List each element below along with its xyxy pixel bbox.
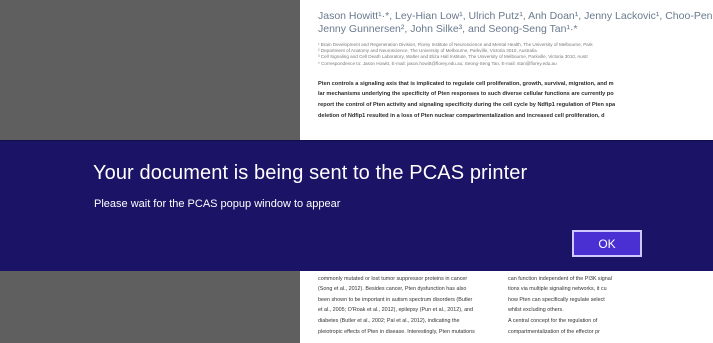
body-line: compartmentalization of the effector pr xyxy=(508,328,600,335)
dialog-title: Your document is being sent to the PCAS … xyxy=(93,162,528,184)
print-notification-dialog: Your document is being sent to the PCAS … xyxy=(0,140,713,271)
body-line: et al., 2005; O'Roak et al., 2012), epil… xyxy=(318,307,474,314)
body-line: how Pten can specifically regulate selec… xyxy=(508,296,605,303)
abstract-line: report the control of Pten activity and … xyxy=(318,102,616,108)
ok-button[interactable]: OK xyxy=(572,230,642,257)
body-line: diabetes (Butler et al., 2002; Pal et al… xyxy=(318,317,460,324)
ok-button-label: OK xyxy=(598,236,616,251)
body-line: commonly mutated or lost tumor suppresso… xyxy=(318,275,468,282)
affiliations: ¹ Brain Development and Regeneration Div… xyxy=(318,42,713,67)
body-line: been shown to be important in autism spe… xyxy=(318,296,473,303)
body-line: whilst excluding others. xyxy=(508,307,564,314)
body-text: Pten is a master regulator of cell funct… xyxy=(318,263,713,337)
abstract: Pten controls a signaling axis that is i… xyxy=(318,79,713,121)
body-line: pleiotropic effects of Pten in disease. … xyxy=(318,328,475,335)
body-line: tions via multiple signaling networks, i… xyxy=(508,286,607,293)
affiliation-line: * Correspondence to: Jason Howitt, E-mai… xyxy=(318,60,557,66)
text-column-right: regulated by different regulatory mechan… xyxy=(508,263,686,337)
author-line: Jenny Gunnersen², John Silke³, and Seong… xyxy=(318,23,578,35)
document-header: Jason Howitt¹·*, Ley-Hian Low¹, Ulrich P… xyxy=(318,10,713,121)
abstract-line: Pten controls a signaling axis that is i… xyxy=(318,80,614,87)
abstract-line: lar mechanisms underlying the specificit… xyxy=(318,91,614,98)
body-line: A central concept for the regulation of xyxy=(508,317,598,324)
author-list: Jason Howitt¹·*, Ley-Hian Low¹, Ulrich P… xyxy=(318,10,713,36)
text-column-left: Pten is a master regulator of cell funct… xyxy=(318,263,496,337)
dialog-message: Please wait for the PCAS popup window to… xyxy=(94,198,341,210)
abstract-line: deletion of Ndfip1 resulted in a loss of… xyxy=(318,112,605,119)
body-line: can function independent of the PI3K sig… xyxy=(508,275,612,282)
body-line: (Song et al., 2012). Besides cancer, Pte… xyxy=(318,286,467,293)
author-line: Jason Howitt¹·*, Ley-Hian Low¹, Ulrich P… xyxy=(318,10,713,22)
